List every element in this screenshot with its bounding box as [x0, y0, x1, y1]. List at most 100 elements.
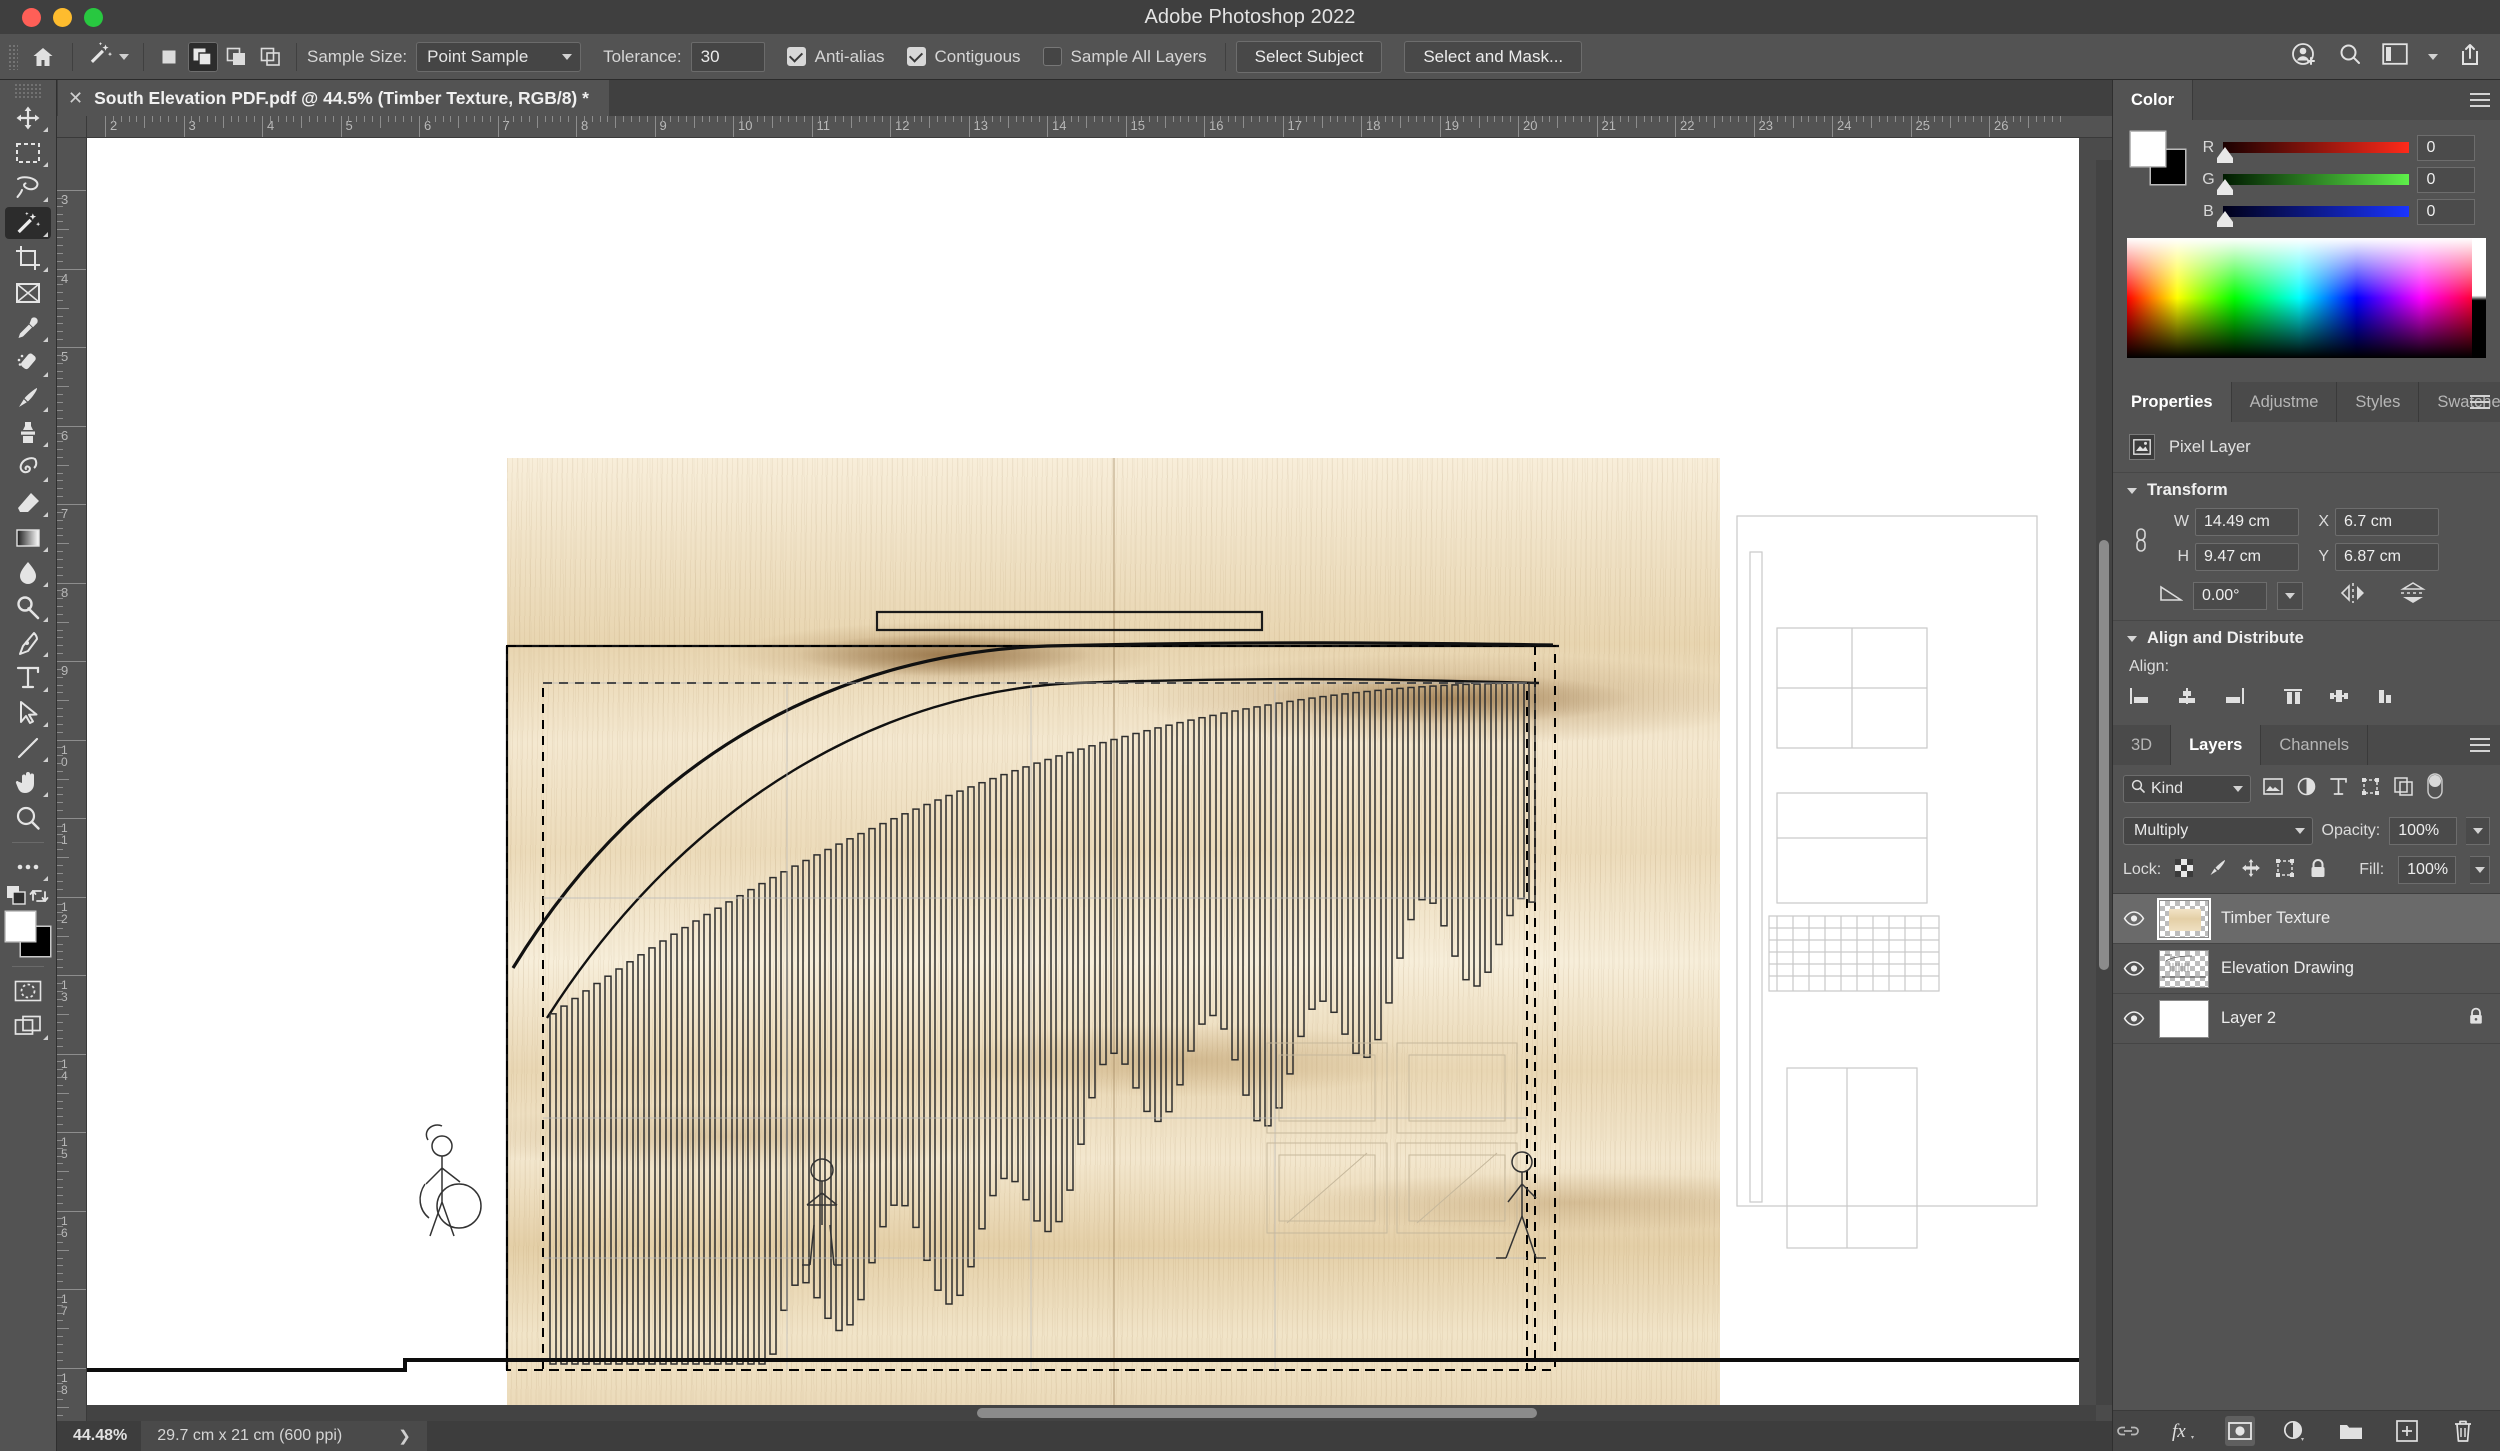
history-brush-tool[interactable] — [5, 452, 51, 484]
anti-alias-option[interactable]: Anti-alias — [786, 47, 885, 67]
selection-mode-group[interactable] — [154, 41, 286, 72]
green-value-input[interactable]: 0 — [2417, 167, 2476, 193]
tool-flyout-indicator[interactable] — [43, 1035, 48, 1040]
default-colors-icon[interactable] — [7, 886, 27, 911]
rotation-input[interactable]: 0.00° — [2193, 581, 2267, 610]
layer-thumbnail[interactable] — [2159, 949, 2209, 988]
tolerance-input[interactable]: 30 — [690, 41, 765, 72]
fill-input[interactable]: 100% — [2398, 856, 2457, 884]
frame-tool[interactable] — [5, 277, 51, 309]
crop-tool[interactable] — [5, 242, 51, 274]
add-user-icon[interactable] — [2292, 41, 2318, 72]
tool-flyout-indicator[interactable] — [43, 757, 48, 762]
layer-visibility-toggle[interactable] — [2121, 1011, 2147, 1026]
color-spectrum-bw-strip[interactable] — [2472, 238, 2486, 358]
width-input[interactable]: 14.49 cm — [2195, 508, 2299, 536]
layer-thumbnail[interactable] — [2159, 999, 2209, 1038]
tool-flyout-indicator[interactable] — [43, 512, 48, 517]
add-to-selection-button[interactable] — [188, 41, 218, 72]
tab-color[interactable]: Color — [2113, 80, 2194, 120]
contiguous-checkbox[interactable] — [906, 47, 926, 66]
tool-flyout-indicator[interactable] — [43, 372, 48, 377]
transform-section-header[interactable]: Transform — [2113, 473, 2500, 506]
shape-filter-icon[interactable] — [2361, 777, 2380, 801]
chevron-down-icon[interactable] — [2127, 635, 2137, 642]
select-subject-button[interactable]: Select Subject — [1235, 40, 1383, 73]
sample-all-layers-checkbox[interactable] — [1042, 47, 1062, 66]
foreground-color-swatch[interactable] — [6, 912, 35, 941]
new-group-icon[interactable] — [2336, 1416, 2366, 1446]
pen-tool[interactable] — [5, 627, 51, 659]
lock-image-pixels-icon[interactable] — [2207, 858, 2227, 883]
flip-vertical-icon[interactable] — [2399, 581, 2427, 610]
tab-adjustments[interactable]: Adjustme — [2231, 382, 2338, 422]
clone-stamp-tool[interactable] — [5, 417, 51, 449]
close-icon[interactable]: ✕ — [68, 89, 83, 107]
tool-flyout-indicator[interactable] — [43, 127, 48, 132]
spot-healing-brush-tool[interactable] — [5, 347, 51, 379]
vertical-scrollbar-thumb[interactable] — [2099, 540, 2109, 970]
home-icon[interactable] — [24, 40, 62, 74]
new-ad9justment-layer-icon[interactable] — [2281, 1416, 2311, 1446]
adjustment-filter-icon[interactable] — [2297, 777, 2316, 801]
tool-flyout-indicator[interactable] — [43, 792, 48, 797]
line-tool[interactable] — [5, 732, 51, 764]
share-icon[interactable] — [2458, 42, 2482, 71]
chevron-down-icon[interactable] — [2127, 487, 2137, 494]
zoom-tool[interactable] — [5, 802, 51, 834]
table-row[interactable]: Timber Texture — [2113, 894, 2500, 944]
tools-panel-grip[interactable] — [14, 83, 42, 99]
tool-flyout-indicator[interactable] — [43, 652, 48, 657]
quick-mask-tool[interactable] — [5, 975, 51, 1007]
vertical-ruler[interactable]: 34567891 01 11 21 31 41 51 61 71 8 — [57, 138, 87, 1421]
opacity-dropdown-button[interactable] — [2466, 817, 2490, 845]
anti-alias-checkbox[interactable] — [786, 47, 806, 66]
tool-preset-chevron-icon[interactable] — [119, 53, 129, 60]
blue-slider-thumb[interactable] — [2217, 211, 2234, 227]
tab-channels[interactable]: Channels — [2261, 725, 2369, 765]
type-filter-icon[interactable] — [2330, 777, 2347, 801]
tool-flyout-indicator[interactable] — [43, 477, 48, 482]
select-and-mask-button[interactable]: Select and Mask... — [1404, 40, 1583, 73]
eraser-tool[interactable] — [5, 487, 51, 519]
foreground-background-swatches[interactable] — [5, 912, 51, 958]
layer-name[interactable]: Elevation Drawing — [2221, 959, 2354, 978]
horizontal-scrollbar-thumb[interactable] — [977, 1408, 1537, 1418]
color-panel-swatches[interactable] — [2131, 132, 2187, 184]
align-vertical-centers-icon[interactable] — [2327, 686, 2351, 711]
chevron-right-icon[interactable]: ❯ — [398, 1427, 411, 1445]
blend-mode-select[interactable]: Multiply — [2123, 817, 2313, 845]
new-selection-button[interactable] — [154, 42, 184, 72]
active-tool-chip[interactable] — [83, 40, 133, 73]
lock-transparent-pixels-icon[interactable] — [2175, 858, 2194, 882]
blue-value-input[interactable]: 0 — [2417, 199, 2476, 225]
layer-visibility-toggle[interactable] — [2121, 911, 2147, 926]
tool-flyout-indicator[interactable] — [43, 442, 48, 447]
tool-flyout-indicator[interactable] — [43, 407, 48, 412]
type-tool[interactable] — [5, 662, 51, 694]
rotation-dropdown-button[interactable] — [2277, 581, 2303, 610]
table-row[interactable]: Elevation Drawing — [2113, 944, 2500, 994]
align-top-edges-icon[interactable] — [2281, 686, 2305, 711]
fill-dropdown-button[interactable] — [2470, 856, 2490, 884]
tab-3d[interactable]: 3D — [2113, 725, 2172, 765]
intersect-with-selection-button[interactable] — [256, 42, 286, 72]
brush-tool[interactable] — [5, 382, 51, 414]
options-bar-grip[interactable] — [8, 43, 18, 70]
workspace-icon[interactable] — [2382, 43, 2408, 70]
panel-menu-icon[interactable] — [2470, 395, 2490, 409]
tool-flyout-indicator[interactable] — [43, 267, 48, 272]
horizontal-ruler[interactable]: 2 3 4 5 6 7 8 9 10 11 12 13 14 15 16 17 18 19 20 21 22 23 24 25… — [87, 116, 2112, 138]
align-left-edges-icon[interactable] — [2129, 686, 2153, 711]
edit-toolbar-tool[interactable] — [5, 851, 51, 883]
lock-all-icon[interactable] — [2309, 858, 2327, 883]
magic-wand-tool[interactable] — [5, 207, 51, 239]
ruler-origin[interactable] — [57, 116, 87, 138]
document-tab[interactable]: ✕ South Elevation PDF.pdf @ 44.5% (Timbe… — [58, 80, 609, 116]
search-icon[interactable] — [2338, 42, 2362, 71]
swap-colors-icon[interactable] — [29, 886, 49, 911]
link-layers-icon[interactable] — [2113, 1416, 2143, 1446]
tool-flyout-indicator[interactable] — [43, 162, 48, 167]
document-info[interactable]: 29.7 cm x 21 cm (600 ppi) ❯ — [141, 1421, 427, 1451]
opacity-input[interactable]: 100% — [2389, 817, 2458, 845]
